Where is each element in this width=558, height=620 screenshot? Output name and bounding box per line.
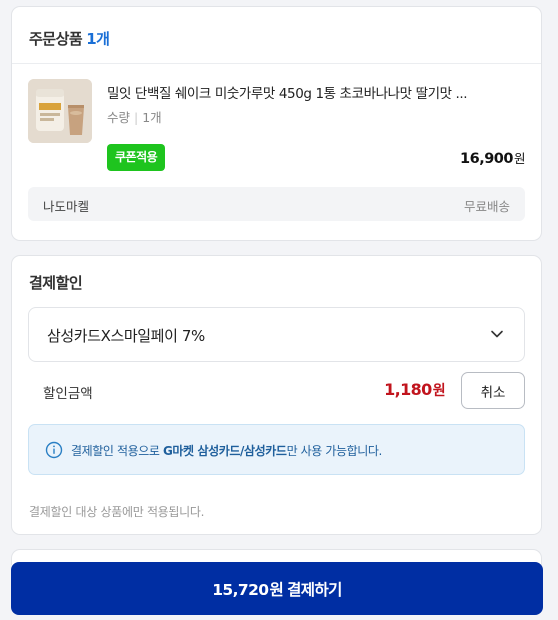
quantity-value: 1개 — [142, 110, 162, 125]
order-count: 1개 — [86, 30, 110, 48]
discount-info-box: 결제할인 적용으로 G마켓 삼성카드/삼성카드만 사용 가능합니다. — [28, 424, 525, 475]
quantity-separator: | — [134, 110, 139, 125]
discount-info-text: 결제할인 적용으로 G마켓 삼성카드/삼성카드만 사용 가능합니다. — [71, 442, 382, 459]
coupon-applied-badge: 쿠폰적용 — [107, 144, 166, 171]
chevron-down-icon — [491, 330, 503, 338]
payment-discount-card: 결제할인 삼성카드X스마일페이 7% 할인금액 1,180원 취소 결제할인 적… — [11, 255, 542, 535]
order-section-title: 주문상품 1개 — [29, 28, 110, 49]
discount-amount-label: 할인금액 — [43, 386, 93, 402]
divider — [12, 63, 541, 64]
pay-amount: 15,720 — [212, 580, 269, 599]
discount-amount-value: 1,180 — [384, 380, 432, 399]
discount-section-title: 결제할인 — [29, 274, 83, 292]
shipping-info: 무료배송 — [463, 199, 510, 214]
product-thumbnail[interactable] — [28, 79, 92, 143]
discount-footnote: 결제할인 대상 상품에만 적용됩니다. — [29, 505, 205, 519]
card-discount-select-value: 삼성카드X스마일페이 7% — [47, 327, 205, 345]
pay-label: 결제하기 — [287, 580, 342, 599]
discount-amount-unit: 원 — [432, 383, 446, 399]
info-text-prefix: 결제할인 적용으로 — [71, 444, 163, 458]
info-text-suffix: 만 사용 가능합니다. — [286, 444, 383, 458]
card-discount-select[interactable]: 삼성카드X스마일페이 7% — [28, 307, 525, 362]
seller-name[interactable]: 나도마켈 — [43, 196, 89, 215]
order-title: 주문상품 — [29, 30, 83, 48]
info-text-highlight: G마켓 삼성카드/삼성카드 — [162, 444, 287, 458]
product-name[interactable]: 밀잇 단백질 쉐이크 미숫가루맛 450g 1통 초코바나나맛 딸기맛 ... — [107, 82, 525, 102]
seller-bar: 나도마켈 무료배송 — [28, 187, 525, 221]
cancel-discount-button[interactable]: 취소 — [461, 372, 525, 409]
product-image — [28, 79, 92, 143]
order-products-card: 주문상품 1개 밀잇 단백질 쉐이크 미숫가루맛 450g 1통 초코바나나맛 딸… — [11, 6, 542, 241]
pay-amount-unit: 원 — [269, 580, 284, 599]
product-price-unit: 원 — [513, 151, 526, 166]
product-quantity: 수량 | 1개 — [107, 107, 162, 126]
product-price-value: 16,900 — [460, 151, 513, 167]
info-icon — [45, 441, 63, 459]
discount-amount: 1,180원 — [384, 380, 446, 400]
pay-button[interactable]: 15,720원 결제하기 — [11, 562, 543, 615]
product-price: 16,900원 — [460, 148, 525, 167]
quantity-label: 수량 — [107, 110, 131, 125]
